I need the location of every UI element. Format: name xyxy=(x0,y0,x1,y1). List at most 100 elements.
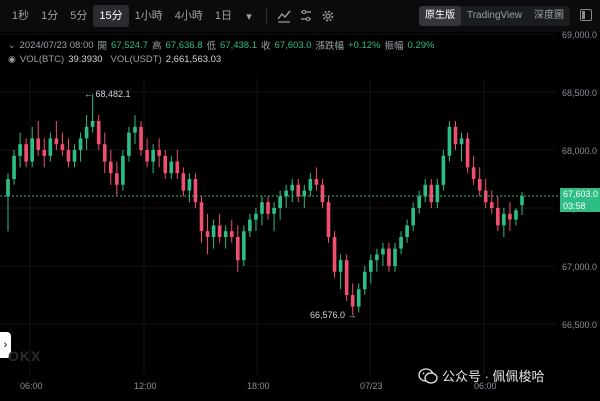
candle-body xyxy=(495,208,500,226)
candle-body xyxy=(115,173,119,185)
candle-body xyxy=(169,161,174,174)
interval-option[interactable]: 1秒 xyxy=(6,5,35,27)
view-option[interactable]: 原生版 xyxy=(418,6,461,26)
candle-body xyxy=(502,213,506,226)
high-value: 67,636.8 xyxy=(165,39,203,51)
candle-body xyxy=(42,150,47,156)
amplitude-value: 0.29% xyxy=(407,39,435,51)
candle-body xyxy=(254,213,258,220)
vol-btc-value: 39.3930 xyxy=(68,54,103,65)
candle-body xyxy=(332,237,337,272)
candle-body xyxy=(314,179,319,185)
candle-body xyxy=(48,138,53,156)
candle-body xyxy=(102,144,107,162)
candle-body xyxy=(193,179,198,203)
candle-body xyxy=(157,150,161,156)
indicators-icon[interactable] xyxy=(273,5,295,27)
open-value: 67,524.7 xyxy=(111,39,149,51)
last-price: 67,603.0 xyxy=(563,189,599,199)
change-label: 漲跌幅 xyxy=(315,41,345,52)
candle-body xyxy=(199,202,204,232)
candle-body xyxy=(223,231,228,237)
view-option[interactable]: 深度圖 xyxy=(528,6,570,26)
interval-option[interactable]: 15分 xyxy=(93,5,129,27)
candle-body xyxy=(459,138,464,145)
candle-body xyxy=(441,155,446,185)
view-switcher: 原生版 TradingView 深度圖 xyxy=(418,6,570,26)
okx-logo: OKX xyxy=(8,348,42,364)
ohlc-info: ⌄ 2024/07/23 08:00 開 67,524.7 高 67,636.8 低… xyxy=(8,38,435,53)
ohlc-datetime: 2024/07/23 08:00 xyxy=(19,39,94,51)
candle-body xyxy=(260,202,264,214)
candle-body xyxy=(375,254,379,261)
settings-gear-icon[interactable] xyxy=(317,5,339,27)
candle-body xyxy=(417,196,422,208)
chevron-down-icon[interactable]: ⌄ xyxy=(8,40,16,51)
candle-body xyxy=(290,184,295,191)
candle-body xyxy=(320,184,325,203)
candle-body xyxy=(175,161,180,174)
volume-info: ◉ VOL(BTC) 39.3930 VOL(USDT) 2,661,563.03 xyxy=(8,54,221,65)
view-option[interactable]: TradingView xyxy=(461,6,528,26)
close-value: 67,603.0 xyxy=(274,39,312,51)
collapse-panel-icon[interactable] xyxy=(580,9,592,21)
time-tick-label: 18:00 xyxy=(247,381,270,391)
candle-body xyxy=(90,121,95,127)
interval-option[interactable]: 1分 xyxy=(35,5,64,27)
price-tick-label: 68,500.0 xyxy=(562,88,598,98)
candle-body xyxy=(508,213,512,220)
candle-countdown: 03:58 xyxy=(563,201,586,211)
candle-body xyxy=(108,161,113,174)
candle-body xyxy=(127,132,131,156)
candle-body xyxy=(381,248,385,255)
close-label: 收 xyxy=(261,41,271,52)
candle-body xyxy=(133,126,137,133)
candle-body xyxy=(435,184,440,203)
candle-body xyxy=(187,179,192,191)
watermark-text: 公众号 · 佩佩梭哈 xyxy=(442,369,545,384)
time-tick-label: 07/23 xyxy=(360,381,383,391)
candle-body xyxy=(302,190,307,197)
interval-option[interactable]: 5分 xyxy=(64,5,93,27)
candle-body xyxy=(489,202,494,208)
candle-body xyxy=(326,202,331,237)
eye-icon[interactable]: ◉ xyxy=(8,54,16,65)
low-label: 低 xyxy=(206,41,217,52)
chart-toolbar: 1秒 1分 5分 15分 1小時 4小時 1日 ▾ 原生版 TradingView 深度圖 xyxy=(0,0,600,32)
wechat-watermark: 公众号 · 佩佩梭哈 xyxy=(418,366,545,385)
candle-body xyxy=(181,173,186,191)
vol-btc-label: VOL(BTC) xyxy=(19,54,65,65)
chevron-down-icon[interactable]: ▾ xyxy=(238,5,260,27)
candle-body xyxy=(338,260,343,272)
candle-body xyxy=(514,210,518,220)
vol-usdt-label: VOL(USDT) xyxy=(110,54,162,65)
last-price-tag: 67,603.0 03:58 xyxy=(560,188,600,212)
candle-body xyxy=(284,190,288,197)
interval-option[interactable]: 1小時 xyxy=(129,5,169,27)
candle-body xyxy=(121,155,125,185)
candle-body xyxy=(296,184,301,197)
change-value: +0.12% xyxy=(348,39,381,51)
price-tick-label: 69,000.0 xyxy=(562,30,598,40)
high-label: 高 xyxy=(152,41,162,52)
high-annotation: ← 68,482.1 xyxy=(84,89,131,99)
low-value: 67,438.1 xyxy=(220,39,258,51)
candle-body xyxy=(211,225,216,237)
candle-body xyxy=(30,138,35,162)
candle-body xyxy=(72,150,77,162)
candle-body xyxy=(84,126,89,139)
interval-option[interactable]: 1日 xyxy=(209,5,238,27)
candle-body xyxy=(453,126,458,145)
candle-body xyxy=(12,155,16,179)
time-tick-label: 06:00 xyxy=(20,381,43,391)
amplitude-label: 振幅 xyxy=(384,41,404,52)
candle-body xyxy=(60,144,65,150)
candle-body xyxy=(405,225,409,237)
candle-body xyxy=(387,248,391,266)
candle-body xyxy=(145,150,149,162)
candle-body xyxy=(24,144,28,162)
interval-option[interactable]: 4小時 xyxy=(169,5,209,27)
candle-body xyxy=(429,184,434,203)
layout-icon[interactable] xyxy=(295,5,317,27)
low-annotation: 66,576.0 → xyxy=(310,310,357,320)
